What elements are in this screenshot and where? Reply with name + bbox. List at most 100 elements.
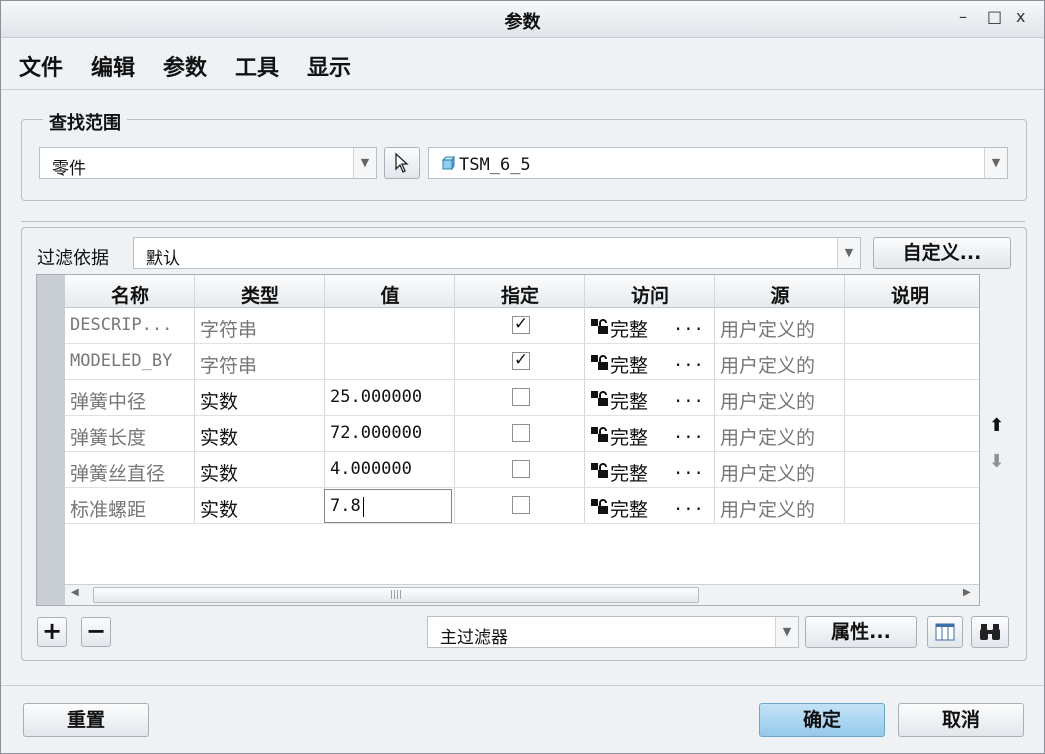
menu-file[interactable]: 文件 [19,50,63,82]
designate-checkbox[interactable] [512,388,530,406]
menu-parameters[interactable]: 参数 [163,50,207,82]
column-header-name[interactable]: 名称 [65,281,195,308]
column-header-designate[interactable]: 指定 [455,281,585,308]
text-cursor [363,497,364,517]
main-filter-dropdown[interactable]: 主过滤器 ▼ [427,616,799,648]
customize-button[interactable]: 自定义... [873,237,1011,269]
access-more-button[interactable]: ... [673,351,704,371]
table-row[interactable]: 弹簧中径 实数 25.000000 完整 ... 用户定义的 [65,380,979,416]
filter-value: 默认 [146,249,180,269]
chevron-down-icon[interactable]: ▼ [837,238,860,268]
move-up-icon[interactable]: ⬆ [989,415,1004,436]
section-divider [21,221,1025,222]
title-bar[interactable]: 参数 – □ x [1,1,1044,38]
horizontal-scrollbar[interactable]: ◀ |||| ▶ [65,584,979,605]
access-value: 完整 [610,319,649,341]
param-name: DESCRIP... [70,315,173,335]
param-source: 用户定义的 [720,319,816,341]
model-dropdown[interactable]: TSM_6_5 ▼ [428,147,1008,179]
param-source: 用户定义的 [720,391,816,413]
designate-checkbox[interactable]: ✓ [512,352,530,370]
column-header-type[interactable]: 类型 [195,281,325,308]
scope-value: 零件 [52,159,86,179]
chevron-down-icon[interactable]: ▼ [353,148,376,178]
reset-button[interactable]: 重置 [23,703,149,737]
scope-dropdown[interactable]: 零件 ▼ [39,147,377,179]
param-source: 用户定义的 [720,463,816,485]
remove-parameter-button[interactable]: − [81,617,111,647]
designate-checkbox[interactable] [512,460,530,478]
menu-bar: 文件 编辑 参数 工具 显示 [1,38,1044,88]
param-name: 弹簧长度 [70,427,147,449]
columns-icon [935,623,955,641]
lock-icon [591,355,608,370]
chevron-down-icon[interactable]: ▼ [984,148,1007,178]
parameters-table: 名称 类型 值 指定 访问 源 说明 DESCRIP... 字符串 ✓ 完整 .… [36,274,980,606]
scroll-right-icon[interactable]: ▶ [963,587,971,598]
access-value: 完整 [610,355,649,377]
access-more-button[interactable]: ... [673,315,704,335]
designate-checkbox[interactable] [512,424,530,442]
table-row[interactable]: MODELED_BY 字符串 ✓ 完整 ... 用户定义的 [65,344,979,380]
main-filter-value: 主过滤器 [440,628,508,648]
column-header-access[interactable]: 访问 [585,281,715,308]
add-parameter-button[interactable]: + [37,617,67,647]
table-row[interactable]: 弹簧丝直径 实数 4.000000 完整 ... 用户定义的 [65,452,979,488]
access-value: 完整 [610,499,649,521]
param-type: 字符串 [200,319,258,341]
filter-label: 过滤依据 [37,248,109,269]
param-name: 弹簧中径 [70,391,147,413]
move-down-icon[interactable]: ⬇ [989,451,1004,472]
param-value[interactable]: 7.8 [330,496,361,516]
access-more-button[interactable]: ... [673,495,704,515]
ok-button[interactable]: 确定 [759,703,885,737]
menu-tools[interactable]: 工具 [235,50,279,82]
chevron-down-icon[interactable]: ▼ [775,617,798,647]
find-button[interactable] [971,616,1009,648]
access-more-button[interactable]: ... [673,459,704,479]
param-name: 标准螺距 [70,499,147,521]
close-icon[interactable]: x [1016,7,1025,26]
param-name: MODELED_BY [70,351,173,371]
column-header-value[interactable]: 值 [325,281,455,308]
param-value-editor[interactable]: 7.8 [324,489,452,523]
access-more-button[interactable]: ... [673,423,704,443]
lookin-label: 查找范围 [43,109,127,135]
param-source: 用户定义的 [720,499,816,521]
maximize-icon[interactable]: □ [987,7,1002,26]
param-value[interactable]: 72.000000 [330,423,422,443]
param-type: 实数 [200,463,239,485]
table-row[interactable]: DESCRIP... 字符串 ✓ 完整 ... 用户定义的 [65,308,979,344]
menu-display[interactable]: 显示 [307,50,351,82]
model-value: TSM_6_5 [459,155,531,175]
menu-edit[interactable]: 编辑 [91,50,135,82]
lock-icon [591,319,608,334]
column-header-source[interactable]: 源 [715,281,845,308]
designate-checkbox[interactable]: ✓ [512,316,530,334]
table-header: 名称 类型 值 指定 访问 源 说明 [65,275,979,308]
param-value[interactable]: 4.000000 [330,459,412,479]
scrollbar-thumb[interactable]: |||| [93,587,699,603]
access-value: 完整 [610,391,649,413]
select-model-button[interactable] [384,147,420,179]
part-icon [441,156,455,170]
binoculars-icon [980,624,1000,640]
lock-icon [591,499,608,514]
properties-button[interactable]: 属性... [805,616,917,648]
filter-dropdown[interactable]: 默认 ▼ [133,237,861,269]
param-type: 字符串 [200,355,258,377]
column-header-description[interactable]: 说明 [845,281,975,308]
param-source: 用户定义的 [720,427,816,449]
param-value[interactable]: 25.000000 [330,387,422,407]
pointer-arrow-icon [395,152,409,173]
minimize-icon[interactable]: – [959,7,967,26]
lock-icon [591,427,608,442]
access-more-button[interactable]: ... [673,387,704,407]
scroll-left-icon[interactable]: ◀ [71,587,79,598]
table-row[interactable]: 标准螺距 实数 7.8 完整 ... 用户定义的 [65,488,979,524]
param-type: 实数 [200,427,239,449]
columns-button[interactable] [927,616,963,648]
cancel-button[interactable]: 取消 [898,703,1024,737]
designate-checkbox[interactable] [512,496,530,514]
table-row[interactable]: 弹簧长度 实数 72.000000 完整 ... 用户定义的 [65,416,979,452]
